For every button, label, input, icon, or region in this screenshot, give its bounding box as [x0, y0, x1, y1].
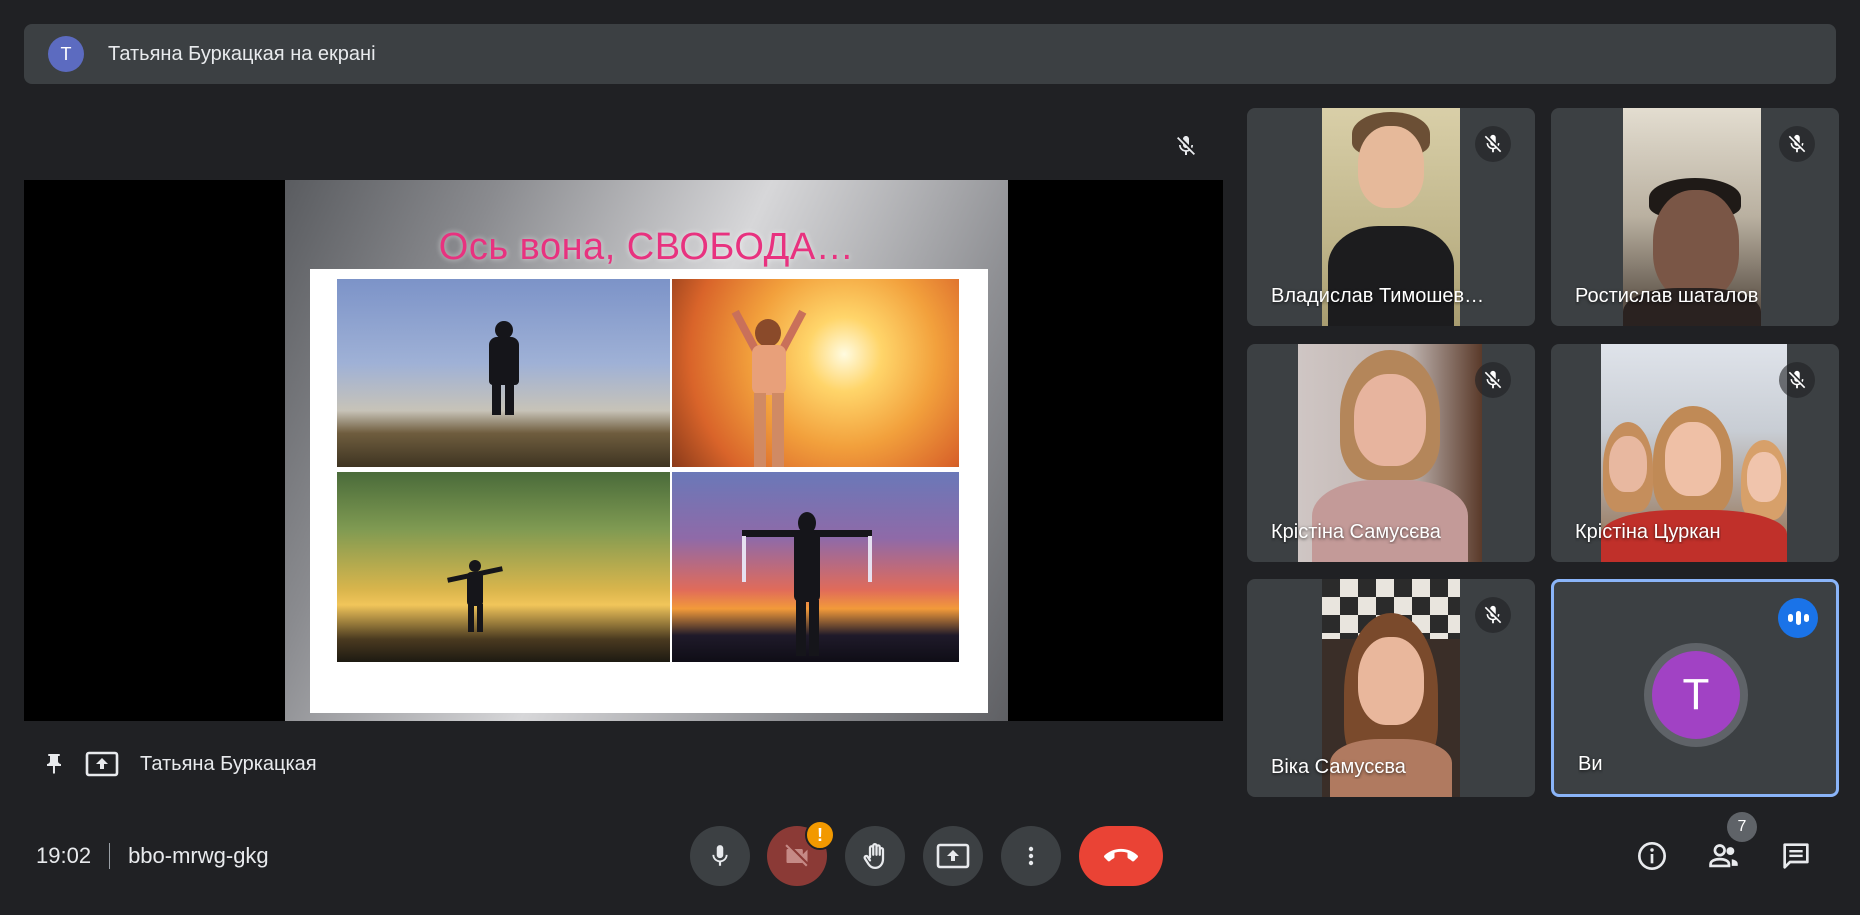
- slide-title: Ось вона, СВОБОДА…: [438, 226, 855, 268]
- microphone-button[interactable]: [690, 826, 750, 886]
- presenter-mic-off-icon: [1168, 128, 1204, 164]
- mic-off-icon: [1475, 362, 1511, 398]
- presenting-indicator: [84, 746, 120, 782]
- camera-alert-badge: !: [805, 820, 835, 850]
- slide-photo-broken-chains: [672, 472, 959, 662]
- videocam-off-icon: [785, 844, 808, 867]
- present-to-all-icon: [85, 751, 119, 777]
- call-end-icon: [1104, 848, 1138, 862]
- participant-tile[interactable]: Крістіна Самусєва: [1247, 344, 1535, 562]
- more-options-button[interactable]: [1001, 826, 1061, 886]
- mic-off-icon: [1779, 362, 1815, 398]
- participant-tile[interactable]: Ростислав шаталов: [1551, 108, 1839, 326]
- present-icon: [936, 843, 970, 869]
- meeting-code: bbo-mrwg-gkg: [128, 843, 269, 868]
- participant-name: Віка Самусєва: [1271, 756, 1406, 778]
- mic-off-icon: [1475, 597, 1511, 633]
- chat-button[interactable]: [1772, 832, 1820, 880]
- meta-divider: [109, 843, 111, 869]
- presenter-bar: Татьяна Буркацкая: [36, 746, 317, 782]
- participant-tile[interactable]: Віка Самусєва: [1247, 579, 1535, 797]
- meeting-details: 19:02 bbo-mrwg-gkg: [36, 838, 269, 874]
- participant-tile[interactable]: Крістіна Цуркан: [1551, 344, 1839, 562]
- meeting-details-button[interactable]: [1628, 832, 1676, 880]
- self-tile[interactable]: Т Ви: [1551, 579, 1839, 797]
- present-now-button[interactable]: [923, 826, 983, 886]
- presenter-name: Татьяна Буркацкая: [140, 752, 317, 775]
- leave-call-button[interactable]: [1079, 826, 1163, 886]
- camera-button[interactable]: !: [767, 820, 835, 886]
- info-icon: [1638, 842, 1666, 870]
- mic-off-icon: [1779, 126, 1815, 162]
- slide-photo-woman-sunset: [672, 279, 959, 467]
- presenter-avatar: Т: [48, 36, 84, 72]
- presenting-banner: Т Татьяна Буркацкая на екрані: [24, 24, 1836, 84]
- presenting-banner-text: Татьяна Буркацкая на екрані: [108, 42, 376, 65]
- participant-name: Ростислав шаталов: [1575, 285, 1759, 307]
- participant-name: Крістіна Самусєва: [1271, 521, 1441, 543]
- raise-hand-icon: [863, 843, 885, 869]
- mic-icon: [712, 845, 728, 866]
- meeting-time: 19:02: [36, 843, 92, 868]
- slide-photo-jumping-man: [337, 279, 670, 467]
- participant-tile[interactable]: Владислав Тимошев…: [1247, 108, 1535, 326]
- people-icon: [1709, 844, 1738, 868]
- presentation-slide: Ось вона, СВОБОДА…: [285, 180, 1008, 721]
- raise-hand-button[interactable]: [845, 826, 905, 886]
- pin-button[interactable]: [36, 746, 72, 782]
- self-label: Ви: [1578, 753, 1603, 775]
- more-vert-icon: [1028, 846, 1034, 866]
- presentation-stage[interactable]: Ось вона, СВОБОДА…: [24, 180, 1223, 721]
- mic-off-icon: [1177, 136, 1195, 155]
- participant-name: Владислав Тимошев…: [1271, 285, 1485, 307]
- self-avatar-ring: Т: [1644, 643, 1748, 747]
- self-avatar: Т: [1652, 651, 1740, 739]
- slide-photo-man-open-arms: [337, 472, 670, 662]
- chat-icon: [1783, 843, 1809, 869]
- pin-icon: [47, 754, 61, 774]
- mic-off-icon: [1475, 126, 1511, 162]
- show-everyone-button[interactable]: [1700, 832, 1748, 880]
- speaking-indicator-icon: [1778, 598, 1818, 638]
- participant-name: Крістіна Цуркан: [1575, 521, 1721, 543]
- slide-photo-collage: [310, 269, 988, 713]
